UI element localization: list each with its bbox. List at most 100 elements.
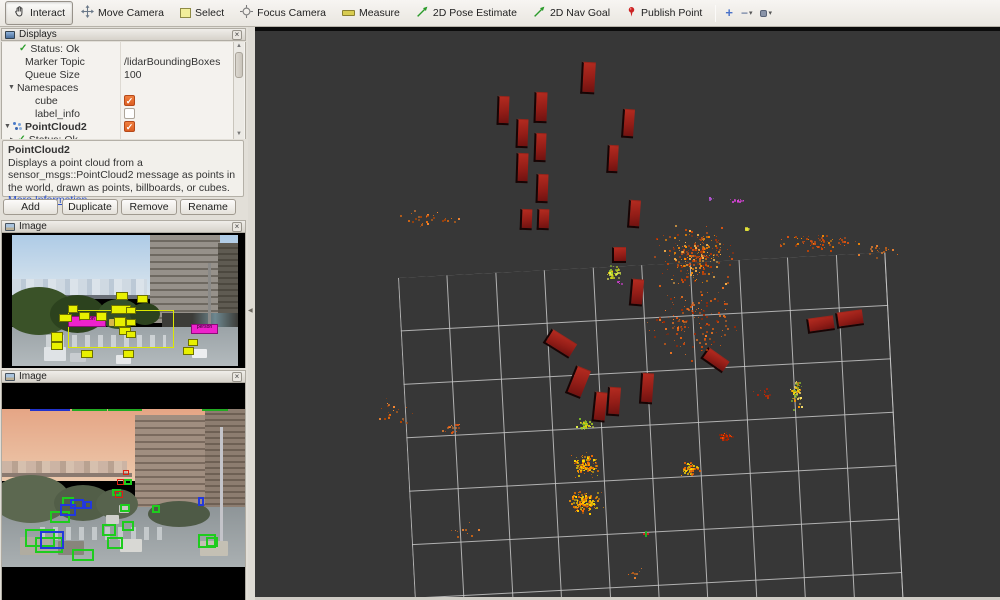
point-cloud-point — [457, 531, 458, 532]
checkbox-unchecked[interactable] — [124, 108, 135, 119]
point-cloud-point — [764, 391, 766, 393]
tree-row-namespaces[interactable]: ▼Namespaces — [2, 81, 245, 94]
point-cloud-point — [594, 507, 595, 508]
point-cloud-point — [686, 276, 688, 278]
point-cloud-point — [683, 343, 685, 345]
remove-tool-minus-icon: − — [741, 8, 748, 18]
add-button[interactable]: Add — [3, 199, 58, 215]
tree-row-status-ok[interactable]: ▶✓Status: Ok — [2, 133, 245, 139]
3d-viewport[interactable] — [255, 27, 1000, 600]
tool-label: Measure — [359, 7, 400, 19]
duplicate-button[interactable]: Duplicate — [62, 199, 118, 215]
point-cloud-point — [578, 496, 580, 498]
checkbox-checked[interactable]: ✓ — [124, 95, 135, 106]
tool-measure[interactable]: Measure — [334, 3, 408, 23]
displays-tree: ✓Status: OkMarker Topic/lidarBoundingBox… — [1, 42, 246, 139]
point-cloud-point — [465, 529, 467, 531]
tree-scrollbar[interactable]: ▲ ▼ — [233, 42, 244, 139]
close-icon[interactable]: × — [232, 30, 242, 40]
point-cloud-point — [739, 201, 741, 203]
point-cloud-point — [688, 327, 689, 328]
point-cloud-point — [580, 507, 582, 509]
point-cloud-point — [680, 265, 681, 266]
point-cloud-point — [683, 469, 685, 471]
tree-row-pointcloud2[interactable]: ▼PointCloud2✓ — [2, 120, 245, 133]
detection-strip — [202, 409, 228, 411]
rename-button[interactable]: Rename — [180, 199, 236, 215]
tree-row-value[interactable]: 100 — [124, 69, 142, 81]
tree-row-cube[interactable]: cube✓ — [2, 94, 245, 107]
point-cloud-point — [398, 409, 399, 410]
expander-icon[interactable]: ▼ — [4, 123, 11, 130]
point-cloud-point — [575, 497, 576, 498]
point-cloud-point — [876, 257, 878, 259]
point-cloud-point — [724, 316, 726, 318]
point-cloud-point — [672, 302, 673, 303]
point-cloud-point — [456, 431, 457, 432]
tool-move-camera[interactable]: Move Camera — [73, 1, 172, 25]
tool-select[interactable]: Select — [172, 3, 232, 23]
tool-focus-camera[interactable]: Focus Camera — [232, 1, 334, 25]
point-cloud-point — [698, 252, 699, 253]
lidar-bounding-box — [537, 209, 550, 230]
tool-options-button[interactable]: ▾ — [756, 7, 776, 19]
tool-label: 2D Pose Estimate — [433, 7, 517, 19]
point-cloud-point — [718, 256, 719, 257]
close-icon[interactable]: × — [232, 222, 242, 232]
checkbox-checked[interactable]: ✓ — [124, 121, 135, 132]
tree-row-marker-topic[interactable]: Marker Topic/lidarBoundingBoxes — [2, 55, 245, 68]
close-icon[interactable]: × — [232, 372, 242, 382]
add-tool-plus-button[interactable]: + — [721, 6, 737, 20]
scroll-down-icon[interactable]: ▼ — [234, 130, 244, 139]
point-cloud-point — [575, 511, 576, 512]
point-cloud-point — [787, 236, 789, 238]
point-cloud-point — [695, 311, 696, 312]
tree-row-value[interactable]: /lidarBoundingBoxes — [124, 56, 220, 68]
point-cloud-point — [656, 319, 658, 321]
point-cloud-point — [665, 310, 666, 311]
image-icon — [5, 373, 15, 381]
point-cloud-point — [684, 472, 686, 474]
expander-icon[interactable]: ▶ — [10, 136, 15, 140]
tool-interact[interactable]: Interact — [5, 1, 73, 25]
detection-box-blue — [84, 501, 92, 509]
point-cloud-point — [654, 256, 656, 258]
remove-tool-minus-button[interactable]: −▾ — [737, 6, 757, 20]
point-cloud-point — [799, 385, 800, 386]
image-panel-2-title: Image — [19, 371, 47, 382]
tree-row-queue-size[interactable]: Queue Size100 — [2, 68, 245, 81]
point-cloud-point — [684, 279, 686, 281]
point-cloud-point — [462, 529, 464, 531]
point-cloud-point — [727, 276, 729, 278]
tool-publish-point[interactable]: Publish Point — [618, 1, 710, 25]
scroll-up-icon[interactable]: ▲ — [234, 42, 244, 51]
tool-2d-pose-estimate[interactable]: 2D Pose Estimate — [408, 1, 525, 25]
collapse-arrow-icon[interactable]: ◀ — [248, 307, 253, 314]
point-cloud-point — [818, 235, 819, 236]
panel-splitter[interactable]: ◀ — [248, 27, 255, 600]
tool-2d-nav-goal[interactable]: 2D Nav Goal — [525, 1, 618, 25]
expander-icon[interactable]: ▼ — [8, 84, 15, 91]
tree-row-status-ok[interactable]: ✓Status: Ok — [2, 42, 245, 55]
detection-box-yellow — [51, 332, 63, 342]
point-cloud-point — [839, 239, 840, 240]
detection-box-yellow — [123, 350, 134, 358]
point-cloud-point — [692, 260, 694, 262]
scroll-thumb[interactable] — [235, 52, 243, 78]
point-cloud-point — [691, 360, 693, 362]
detection-box-yellow — [183, 347, 194, 355]
point-cloud-point — [700, 327, 701, 328]
point-cloud-point — [780, 244, 781, 245]
remove-button[interactable]: Remove — [121, 199, 177, 215]
point-cloud-point — [699, 312, 701, 314]
image-panel-1-view: personperson — [1, 233, 246, 368]
point-cloud-point — [571, 455, 572, 456]
tree-row-label-info[interactable]: label_info — [2, 107, 245, 120]
point-cloud-point — [680, 337, 682, 339]
point-cloud-point — [442, 220, 444, 222]
point-cloud-point — [696, 279, 697, 280]
point-cloud-point — [685, 229, 687, 231]
point-cloud-point — [688, 466, 690, 468]
point-cloud-point — [797, 238, 798, 239]
point-cloud-point — [601, 492, 602, 493]
